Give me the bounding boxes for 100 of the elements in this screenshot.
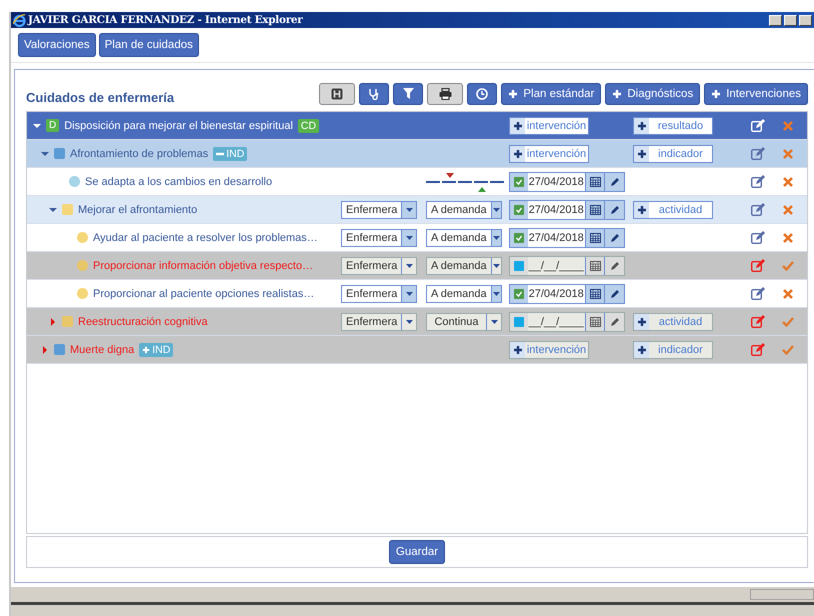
frequency-dropdown[interactable]: A demanda — [426, 256, 502, 274]
add-item-field[interactable]: resultado — [633, 116, 713, 134]
check-icon[interactable] — [782, 344, 794, 354]
toolbar-button[interactable] — [467, 82, 498, 104]
date-field[interactable]: 27/04/2018 — [509, 228, 625, 248]
plus-icon — [636, 148, 646, 158]
edit-icon[interactable] — [751, 287, 765, 300]
delete-icon[interactable] — [783, 232, 793, 242]
check-icon[interactable] — [782, 260, 794, 270]
date-field[interactable]: 27/04/2018 — [509, 172, 625, 192]
nav-tab[interactable]: Valoraciones — [18, 33, 96, 57]
toolbar-button[interactable]: Intervenciones — [704, 82, 808, 104]
frequency-dropdown[interactable]: A demanda — [426, 284, 502, 302]
plus-icon — [612, 88, 622, 98]
edit-icon[interactable] — [751, 231, 765, 244]
date-field[interactable]: 27/04/2018 — [509, 200, 625, 220]
caret-icon — [492, 236, 500, 240]
toolbar-button[interactable] — [427, 82, 464, 104]
nav-tab[interactable]: Plan de cuidados — [98, 33, 199, 57]
edit-icon[interactable] — [751, 259, 765, 272]
expand-toggle-icon[interactable] — [49, 318, 57, 326]
edit-icon[interactable] — [751, 147, 765, 160]
pencil-icon[interactable] — [610, 316, 620, 326]
calendar-icon[interactable] — [590, 316, 600, 327]
toolbar-button[interactable]: Plan estándar — [501, 82, 602, 104]
caret-icon — [492, 264, 500, 268]
plus-icon — [636, 204, 646, 214]
tag-badge: CD — [298, 118, 320, 132]
plus-icon — [512, 120, 522, 130]
close-button[interactable] — [799, 14, 812, 26]
minimize-button[interactable] — [769, 14, 782, 26]
row-label: Se adapta a los cambios en desarrollo — [85, 176, 272, 188]
collapse-toggle-icon[interactable] — [49, 206, 57, 214]
role-dropdown[interactable]: Enfermera — [341, 284, 417, 302]
delete-icon[interactable] — [783, 288, 793, 298]
add-intervention-field[interactable]: intervención — [509, 116, 589, 134]
date-field[interactable]: 27/04/2018 — [509, 284, 625, 304]
role-dropdown[interactable]: Enfermera — [341, 312, 417, 330]
add-intervention-field[interactable]: intervención — [509, 144, 589, 162]
plus-icon — [636, 344, 646, 354]
window-title: JAVIER GARCIA FERNANDEZ - Internet Explorer — [28, 14, 304, 26]
maximize-button[interactable] — [784, 14, 797, 26]
toolbar-button[interactable] — [319, 82, 356, 104]
tree-row[interactable]: Proporcionar información objetiva respecto… Enfermera A demanda __/__/____ — [27, 252, 807, 280]
plus-icon — [512, 148, 522, 158]
collapse-toggle-icon[interactable] — [41, 150, 49, 158]
frequency-dropdown[interactable]: Continua — [426, 312, 502, 330]
tree-row[interactable]: Reestructuración cognitiva Enfermera Continua __/__/____ actividad — [27, 308, 807, 336]
add-item-field[interactable]: actividad — [633, 200, 713, 218]
edit-icon[interactable] — [751, 343, 765, 356]
caret-icon — [406, 320, 413, 324]
save-button[interactable]: Guardar — [388, 540, 446, 564]
plus-icon — [142, 346, 150, 354]
edit-icon[interactable] — [751, 203, 765, 216]
pencil-icon[interactable] — [610, 232, 620, 242]
caret-icon — [406, 236, 413, 240]
tag-badge: IND — [139, 342, 174, 356]
delete-icon[interactable] — [783, 176, 793, 186]
checkbox-empty-icon[interactable] — [514, 316, 524, 326]
tree-row[interactable]: Afrontamiento de problemas IND intervención indicador — [27, 140, 807, 168]
calendar-icon[interactable] — [590, 176, 600, 187]
caret-icon — [492, 208, 500, 212]
pencil-icon[interactable] — [610, 288, 620, 298]
add-item-field[interactable]: indicador — [633, 144, 713, 162]
plus-icon — [508, 88, 518, 98]
edit-icon[interactable] — [751, 315, 765, 328]
calendar-icon[interactable] — [590, 288, 600, 299]
pencil-icon[interactable] — [610, 204, 620, 214]
pencil-icon[interactable] — [610, 176, 620, 186]
pencil-icon[interactable] — [610, 260, 620, 270]
tree-row[interactable]: D Disposición para mejorar el bienestar espiritual CD intervención resultado — [27, 112, 807, 140]
tree-row[interactable]: Mejorar el afrontamiento Enfermera A demanda 27/04/2018 actividad — [27, 196, 807, 224]
calendar-icon[interactable] — [590, 204, 600, 215]
date-field[interactable]: __/__/____ — [509, 256, 625, 276]
stethoscope-icon — [368, 88, 380, 100]
role-dropdown[interactable]: Enfermera — [341, 200, 417, 218]
frequency-dropdown[interactable]: A demanda — [426, 200, 502, 218]
caret-icon — [406, 292, 413, 296]
collapse-toggle-icon[interactable] — [33, 122, 41, 130]
checkbox-checked-icon[interactable] — [514, 288, 524, 298]
row-label: Afrontamiento de problemas — [70, 148, 208, 160]
check-icon[interactable] — [782, 316, 794, 326]
expand-toggle-icon[interactable] — [41, 346, 49, 354]
role-dropdown[interactable]: Enfermera — [341, 256, 417, 274]
checkbox-checked-icon[interactable] — [514, 232, 524, 242]
toolbar-button[interactable] — [359, 82, 390, 104]
date-field[interactable]: __/__/____ — [509, 312, 625, 332]
hospital-icon — [331, 88, 344, 100]
row-label: Reestructuración cognitiva — [78, 316, 208, 328]
frequency-dropdown[interactable]: A demanda — [426, 228, 502, 246]
calendar-icon[interactable] — [590, 260, 600, 271]
edit-icon[interactable] — [751, 119, 765, 132]
checkbox-checked-icon[interactable] — [514, 204, 524, 214]
calendar-icon[interactable] — [590, 232, 600, 243]
role-dropdown[interactable]: Enfermera — [341, 228, 417, 246]
toolbar-button[interactable] — [393, 82, 424, 104]
toolbar-button[interactable]: Diagnósticos — [605, 82, 700, 104]
edit-icon[interactable] — [751, 175, 765, 188]
checkbox-empty-icon[interactable] — [514, 260, 524, 270]
checkbox-checked-icon[interactable] — [514, 176, 524, 186]
